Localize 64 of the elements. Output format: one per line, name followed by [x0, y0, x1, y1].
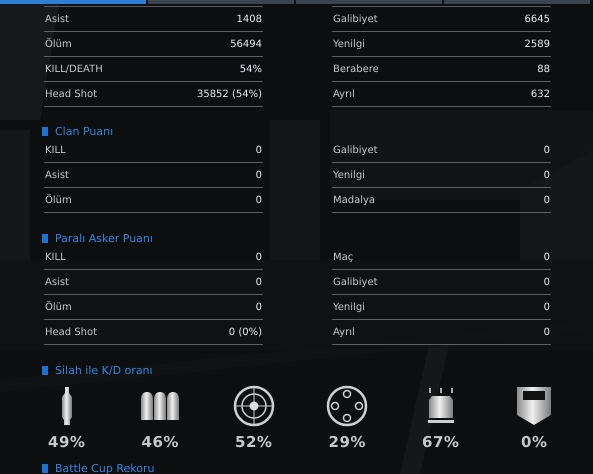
stat-value: 54% [240, 64, 262, 74]
stat-label: Head Shot [45, 326, 98, 338]
stat-value: 2589 [524, 38, 550, 50]
stat-value: 0 [256, 276, 262, 288]
box-icon [426, 388, 455, 424]
stat-value: 6645 [524, 14, 550, 24]
stat-value: 0 (0%) [228, 326, 262, 338]
stat-value: 0 [544, 170, 550, 180]
section-heading: Clan Puanı [55, 124, 114, 138]
stat-value: 0 [256, 170, 262, 180]
stat-label: Berabere [333, 64, 379, 74]
stat-label: Galibiyet [333, 14, 378, 24]
stat-value: 0 [544, 144, 550, 156]
stat-value: 632 [530, 88, 550, 100]
stat-label: Ölüm [45, 302, 72, 312]
stat-label: Yenilgi [333, 38, 365, 50]
kd-percentage: 29% [328, 433, 366, 451]
section-heading: Battle Cup Rekoru [55, 462, 154, 474]
stat-label: KILL [45, 144, 66, 156]
stat-label: Galibiyet [333, 276, 378, 288]
kd-percentage: 0% [521, 433, 548, 451]
stat-value: 0 [544, 326, 550, 338]
stat-label: Head Shot [45, 88, 98, 100]
stat-label: Madalya [333, 194, 376, 206]
stat-value: 0 [544, 194, 550, 206]
bullet-icon [60, 387, 74, 425]
stat-value: 0 [256, 194, 262, 206]
stat-label: Ayrıl [333, 88, 355, 100]
stat-label: KILL [45, 252, 66, 262]
stat-value: 0 [544, 252, 550, 262]
stat-label: Ayrıl [333, 326, 355, 338]
tab[interactable] [444, 0, 590, 4]
shield-icon [517, 387, 552, 425]
stat-label: Maç [333, 252, 354, 262]
tab[interactable] [148, 0, 294, 4]
section-heading: Paralı Asker Puanı [55, 232, 153, 244]
stat-value: 35852 (54%) [196, 88, 262, 100]
stat-value: 0 [544, 302, 550, 312]
stat-value: 0 [256, 302, 262, 312]
crosshair-icon [232, 385, 275, 427]
stat-label: Ölüm [45, 194, 72, 206]
dotted-circle-icon [326, 385, 368, 427]
tab[interactable] [0, 0, 146, 4]
section-heading: Silah ile K/D oranı [55, 364, 153, 376]
kd-percentage: 67% [422, 433, 460, 451]
kd-percentage: 49% [48, 433, 86, 451]
stat-label: Asist [45, 170, 69, 180]
stat-label: Galibiyet [333, 144, 378, 156]
kd-percentage: 52% [235, 433, 272, 451]
stat-label: Asist [45, 276, 69, 288]
stat-label: Asist [45, 14, 69, 24]
stat-label: Ölüm [45, 38, 72, 50]
stat-value: 1408 [236, 14, 262, 24]
stat-value: 0 [256, 144, 262, 156]
bullets-icon [141, 392, 180, 420]
stat-label: Yenilgi [333, 302, 365, 312]
stat-label: KILL/DEATH [45, 64, 103, 74]
stat-value: 88 [537, 64, 550, 74]
stat-value: 56494 [230, 38, 262, 50]
tab[interactable] [296, 0, 442, 4]
kd-percentage: 46% [142, 433, 179, 451]
stat-label: Yenilgi [333, 170, 365, 180]
stat-value: 0 [544, 276, 550, 288]
stat-value: 0 [256, 252, 262, 262]
